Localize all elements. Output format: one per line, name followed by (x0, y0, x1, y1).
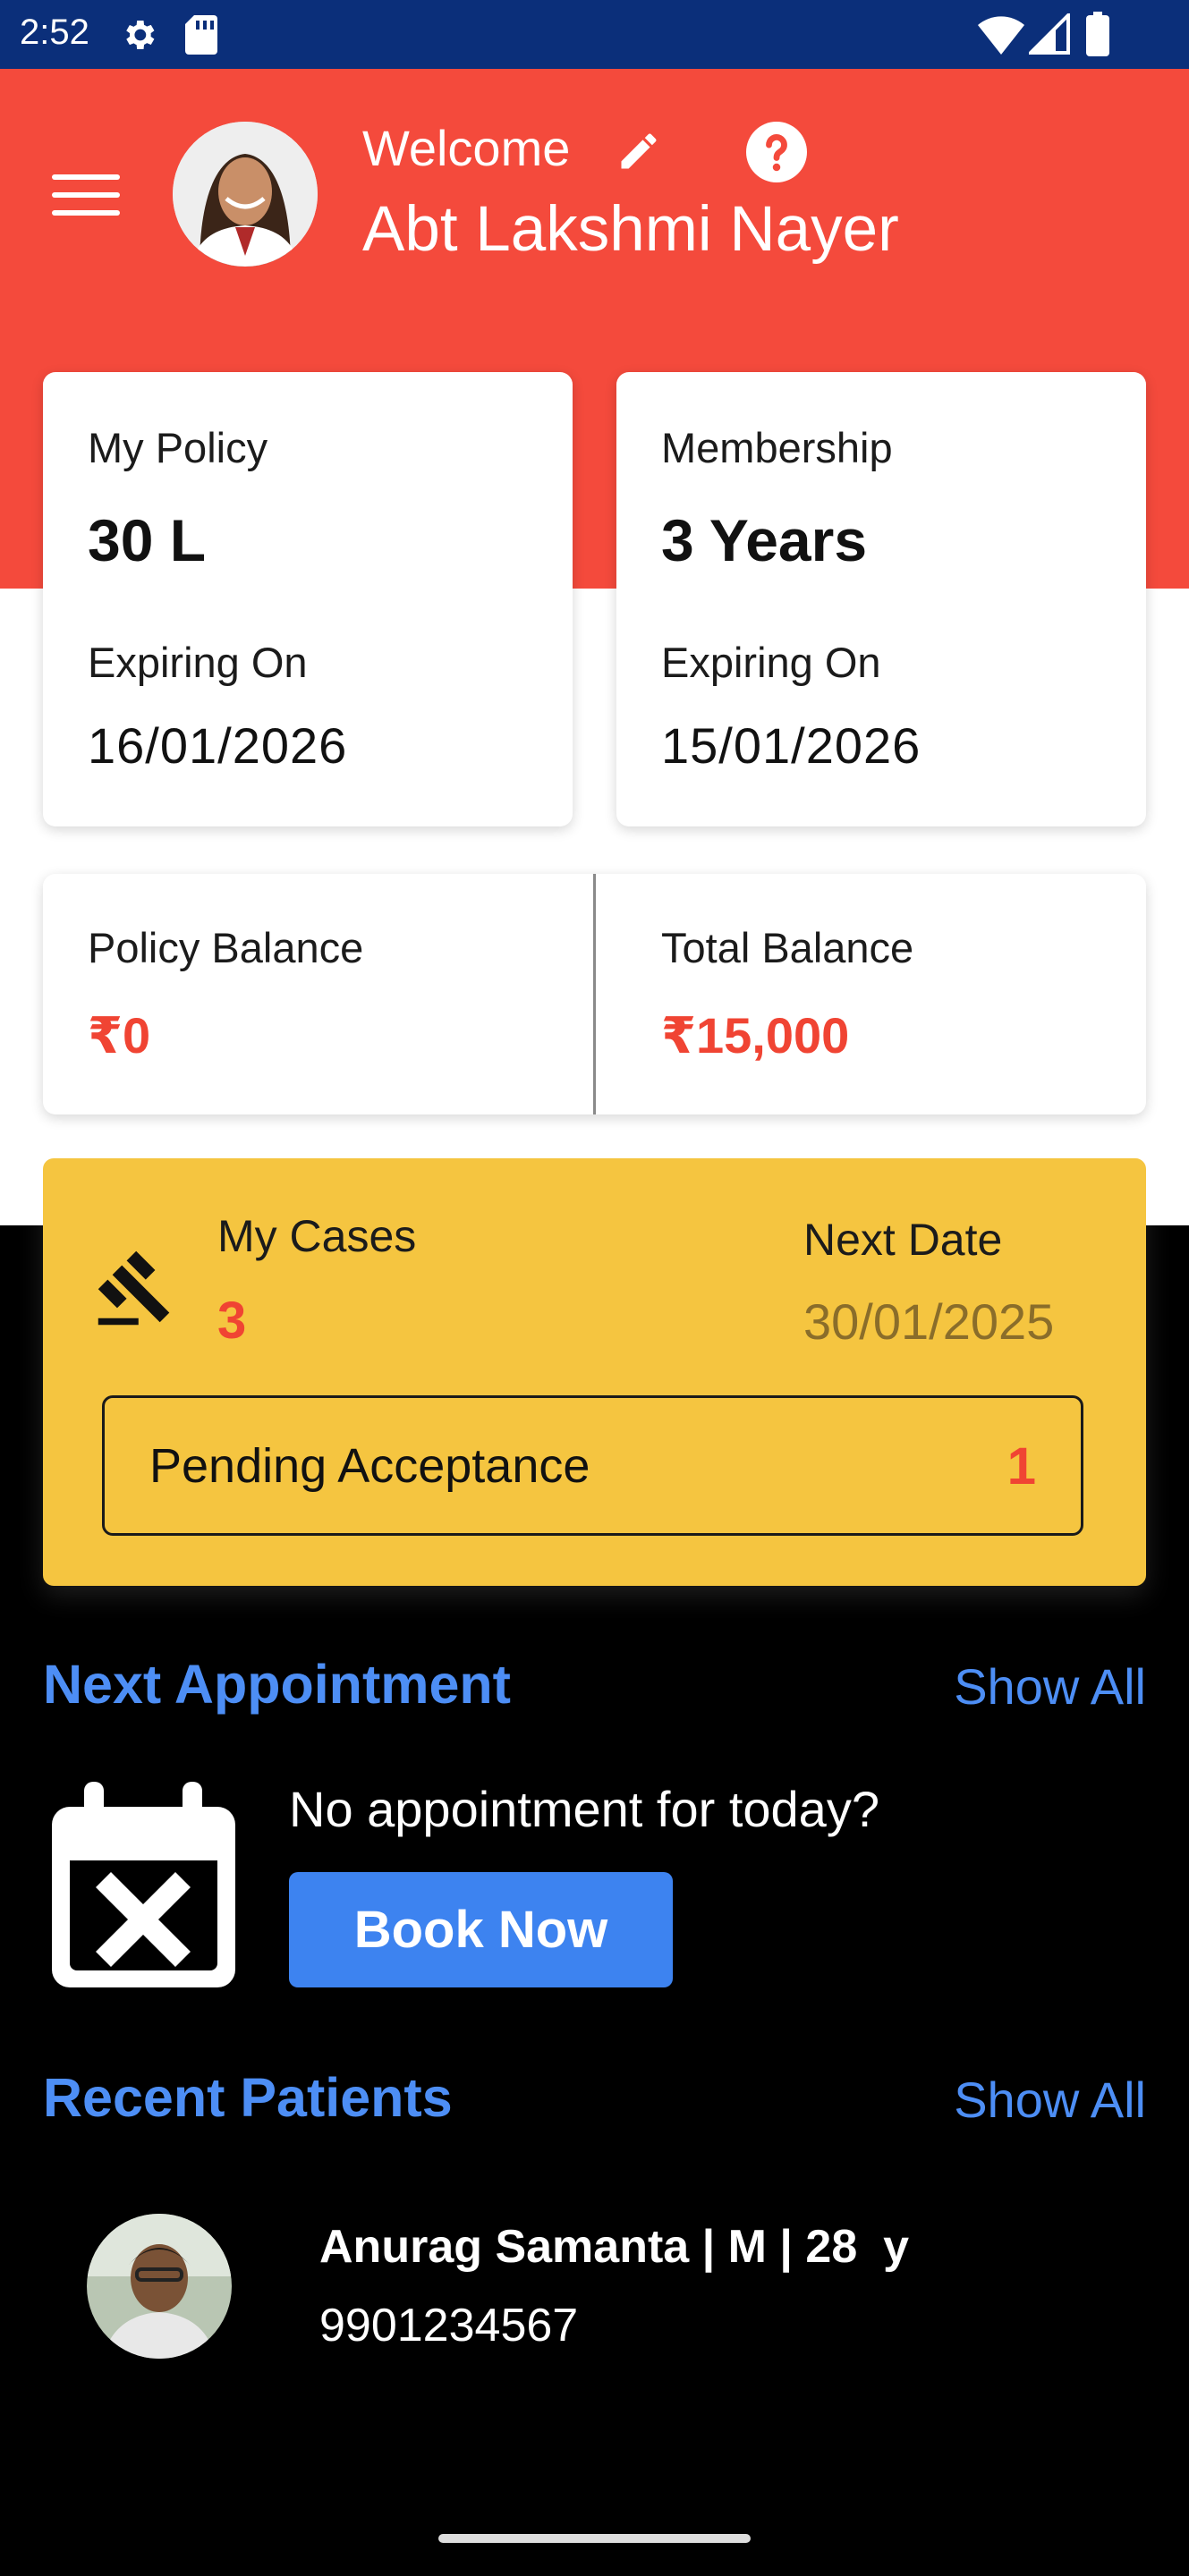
settings-icon (126, 21, 155, 49)
cases-title: My Cases (217, 1211, 417, 1261)
policy-value: 30 L (88, 507, 207, 573)
balance-card: Policy Balance ₹0 Total Balance ₹15,000 (43, 874, 1146, 1114)
total-balance-label: Total Balance (661, 924, 914, 971)
next-appointment-title: Next Appointment (43, 1654, 511, 1715)
no-appointment-text: No appointment for today? (289, 1781, 879, 1837)
patients-show-all[interactable]: Show All (954, 2071, 1146, 2129)
total-balance-value: ₹15,000 (661, 1007, 850, 1063)
home-indicator[interactable] (438, 2534, 751, 2543)
pending-count: 1 (1006, 1437, 1036, 1496)
policy-title: My Policy (88, 424, 268, 471)
appointments-show-all[interactable]: Show All (954, 1657, 1146, 1716)
balance-divider (593, 874, 596, 1114)
user-name: Abt Lakshmi Nayer (362, 194, 899, 265)
membership-title: Membership (661, 424, 893, 471)
pending-acceptance-row[interactable]: Pending Acceptance 1 (102, 1395, 1083, 1536)
patient-avatar (87, 2214, 232, 2359)
patient-phone: 9901234567 (319, 2300, 579, 2351)
help-icon[interactable] (746, 122, 807, 182)
recent-patients-title: Recent Patients (43, 2067, 453, 2128)
policy-balance-label: Policy Balance (88, 924, 364, 971)
next-date-value: 30/01/2025 (803, 1293, 1055, 1350)
list-item[interactable]: Anurag Samanta | M | 28 y 9901234567 (0, 2200, 1189, 2379)
gavel-icon (98, 1250, 170, 1326)
battery-icon (1086, 12, 1109, 56)
membership-value: 3 Years (661, 507, 868, 573)
membership-expiry-date: 15/01/2026 (661, 717, 921, 774)
edit-icon[interactable] (616, 128, 662, 174)
cases-card[interactable]: My Cases 3 Next Date 30/01/2025 Pending … (43, 1158, 1146, 1586)
policy-expiry-date: 16/01/2026 (88, 717, 348, 774)
book-now-button[interactable]: Book Now (289, 1872, 673, 1987)
sd-card-icon (185, 15, 217, 55)
membership-expiry-label: Expiring On (661, 639, 881, 686)
status-time: 2:52 (20, 13, 89, 52)
status-bar: 2:52 (0, 0, 1189, 69)
signal-icon (1029, 13, 1070, 55)
menu-icon[interactable] (52, 174, 120, 216)
policy-expiry-label: Expiring On (88, 639, 308, 686)
patient-summary: Anurag Samanta | M | 28 y (319, 2221, 910, 2273)
wifi-icon (978, 16, 1024, 55)
membership-card[interactable]: Membership 3 Years Expiring On 15/01/202… (616, 372, 1146, 826)
policy-balance-value: ₹0 (88, 1007, 151, 1063)
cases-count: 3 (217, 1292, 247, 1350)
avatar[interactable] (173, 122, 318, 267)
policy-card[interactable]: My Policy 30 L Expiring On 16/01/2026 (43, 372, 573, 826)
next-date-label: Next Date (803, 1215, 1003, 1265)
welcome-label: Welcome (362, 120, 571, 176)
pending-label: Pending Acceptance (149, 1439, 590, 1493)
calendar-x-icon (52, 1782, 235, 1987)
